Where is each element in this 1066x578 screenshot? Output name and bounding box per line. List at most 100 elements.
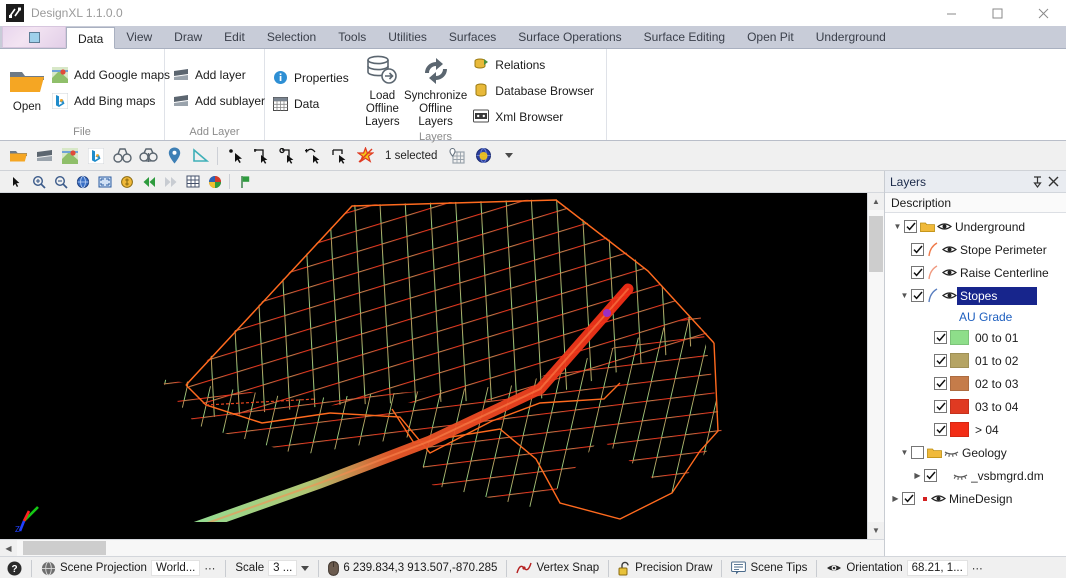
toolbar-open-button[interactable]	[6, 144, 30, 168]
tree-row-vsbmgrd[interactable]: ▶ _vsbmgrd.dm	[885, 464, 1066, 487]
globe-highlight-icon[interactable]	[471, 144, 495, 168]
scale-value[interactable]: 3 ...	[268, 560, 298, 576]
toolbar-select-subtract-button[interactable]	[301, 144, 325, 168]
tab-surface-operations[interactable]: Surface Operations	[507, 26, 632, 48]
orientation-more-button[interactable]: ⋯	[972, 562, 984, 575]
tab-open-pit[interactable]: Open Pit	[736, 26, 805, 48]
tab-draw[interactable]: Draw	[163, 26, 213, 48]
toolbar-binoculars-anchor-button[interactable]	[136, 144, 160, 168]
tree-row-raise-centerline[interactable]: Raise Centerline	[885, 261, 1066, 284]
minimize-button[interactable]	[928, 0, 974, 26]
visibility-checkbox[interactable]	[911, 243, 924, 256]
pin-icon[interactable]	[1029, 174, 1045, 190]
visibility-checkbox[interactable]	[934, 400, 947, 413]
scroll-down-arrow-icon[interactable]: ▼	[868, 522, 884, 539]
expander-right-icon[interactable]: ▶	[911, 471, 924, 480]
viewport-vertical-scrollbar[interactable]: ▲ ▼	[867, 193, 884, 539]
toolbar-measure-button[interactable]	[188, 144, 212, 168]
visibility-checkbox[interactable]	[934, 377, 947, 390]
zoom-out-icon[interactable]	[50, 172, 71, 191]
xml-browser-button[interactable]: Xml Browser	[473, 107, 598, 127]
toolbar-select-point-button[interactable]	[223, 144, 247, 168]
coin-icon[interactable]	[116, 172, 137, 191]
help-button[interactable]: ?	[4, 561, 25, 576]
grid-icon[interactable]	[182, 172, 203, 191]
visibility-checkbox[interactable]	[934, 331, 947, 344]
vertex-snap-toggle[interactable]: Vertex Snap	[513, 561, 602, 575]
chevron-down-icon[interactable]	[497, 144, 521, 168]
toolbar-add-layer-button[interactable]	[32, 144, 56, 168]
visibility-checkbox[interactable]	[924, 469, 937, 482]
add-layer-button[interactable]: Add layer	[173, 65, 269, 85]
eye-off-icon[interactable]	[953, 470, 968, 481]
tab-surface-editing[interactable]: Surface Editing	[633, 26, 736, 48]
toolbar-add-bing-maps-button[interactable]	[84, 144, 108, 168]
toolbar-select-rectangle-button[interactable]	[327, 144, 351, 168]
visibility-checkbox[interactable]	[934, 354, 947, 367]
tree-row-legend-02-to-03[interactable]: 02 to 03	[885, 372, 1066, 395]
rewind-icon[interactable]	[138, 172, 159, 191]
precision-draw-toggle[interactable]: Precision Draw	[615, 561, 715, 576]
horizontal-scroll-thumb[interactable]	[23, 541, 106, 555]
close-button[interactable]	[1020, 0, 1066, 26]
tree-row-legend-00-to-01[interactable]: 00 to 01	[885, 326, 1066, 349]
tab-selection[interactable]: Selection	[256, 26, 327, 48]
tree-row-stope-perimeter[interactable]: Stope Perimeter	[885, 238, 1066, 261]
toolbar-add-google-maps-button[interactable]	[58, 144, 82, 168]
toolbar-select-polygon-button[interactable]	[249, 144, 273, 168]
tab-underground[interactable]: Underground	[805, 26, 897, 48]
toolbar-map-pin-button[interactable]	[162, 144, 186, 168]
eye-icon[interactable]	[937, 221, 952, 232]
eye-off-icon[interactable]	[944, 447, 959, 458]
vertical-scroll-track[interactable]	[868, 210, 884, 522]
toolbar-select-add-button[interactable]	[275, 144, 299, 168]
close-icon[interactable]	[1045, 174, 1061, 190]
arrow-cursor-icon[interactable]	[6, 172, 27, 191]
visibility-checkbox[interactable]	[911, 289, 924, 302]
expander-down-icon[interactable]: ▼	[898, 448, 911, 457]
viewport-3d-scene[interactable]: Z	[0, 193, 867, 539]
layers-tree[interactable]: ▼ Underground Stope Perimeter Raise Cent…	[885, 213, 1066, 556]
tab-edit[interactable]: Edit	[213, 26, 256, 48]
tree-row-underground[interactable]: ▼ Underground	[885, 215, 1066, 238]
scroll-left-arrow-icon[interactable]: ◀	[0, 540, 17, 556]
add-bing-maps-button[interactable]: Add Bing maps	[52, 91, 174, 111]
tab-tools[interactable]: Tools	[327, 26, 377, 48]
zoom-in-icon[interactable]	[28, 172, 49, 191]
eye-icon[interactable]	[942, 244, 957, 255]
eye-icon[interactable]	[931, 493, 946, 504]
scene-projection-more-button[interactable]: ⋯	[204, 562, 216, 575]
visibility-checkbox[interactable]	[911, 266, 924, 279]
tree-row-stopes[interactable]: ▼ Stopes	[885, 284, 1066, 307]
scale-dropdown-chevron-down-icon[interactable]	[301, 565, 310, 571]
expander-down-icon[interactable]: ▼	[898, 291, 911, 300]
tree-row-legend-01-to-02[interactable]: 01 to 02	[885, 349, 1066, 372]
add-sublayer-button[interactable]: Add sublayer	[173, 91, 269, 111]
orientation-item[interactable]: Orientation 68.21, 1... ⋯	[823, 560, 986, 576]
expander-down-icon[interactable]: ▼	[891, 222, 904, 231]
visibility-checkbox[interactable]	[904, 220, 917, 233]
tree-row-legend-gt-04[interactable]: > 04	[885, 418, 1066, 441]
eye-icon[interactable]	[942, 290, 957, 301]
tree-row-au-grade[interactable]: AU Grade	[885, 307, 1066, 326]
flag-icon[interactable]	[234, 172, 255, 191]
database-browser-button[interactable]: Database Browser	[473, 81, 598, 101]
open-button[interactable]: Open	[8, 63, 46, 114]
load-offline-layers-button[interactable]: Load Offline Layers	[361, 52, 404, 129]
orientation-value[interactable]: 68.21, 1...	[906, 560, 968, 576]
grid-pin-icon[interactable]	[445, 144, 469, 168]
scene-projection-item[interactable]: Scene Projection World... ⋯	[38, 560, 219, 576]
data-button[interactable]: Data	[273, 94, 353, 114]
relations-button[interactable]: Relations	[473, 55, 598, 75]
tree-row-legend-03-to-04[interactable]: 03 to 04	[885, 395, 1066, 418]
expander-right-icon[interactable]: ▶	[889, 494, 902, 503]
properties-button[interactable]: Properties	[273, 68, 353, 88]
vertical-scroll-thumb[interactable]	[869, 216, 883, 272]
viewport-horizontal-scrollbar[interactable]: ◀	[0, 539, 884, 556]
scene-projection-value[interactable]: World...	[150, 560, 201, 576]
tab-utilities[interactable]: Utilities	[377, 26, 438, 48]
scroll-up-arrow-icon[interactable]: ▲	[868, 193, 884, 210]
horizontal-scroll-track[interactable]	[17, 540, 884, 556]
tree-row-minedesign[interactable]: ▶ MineDesign	[885, 487, 1066, 510]
visibility-checkbox[interactable]	[902, 492, 915, 505]
